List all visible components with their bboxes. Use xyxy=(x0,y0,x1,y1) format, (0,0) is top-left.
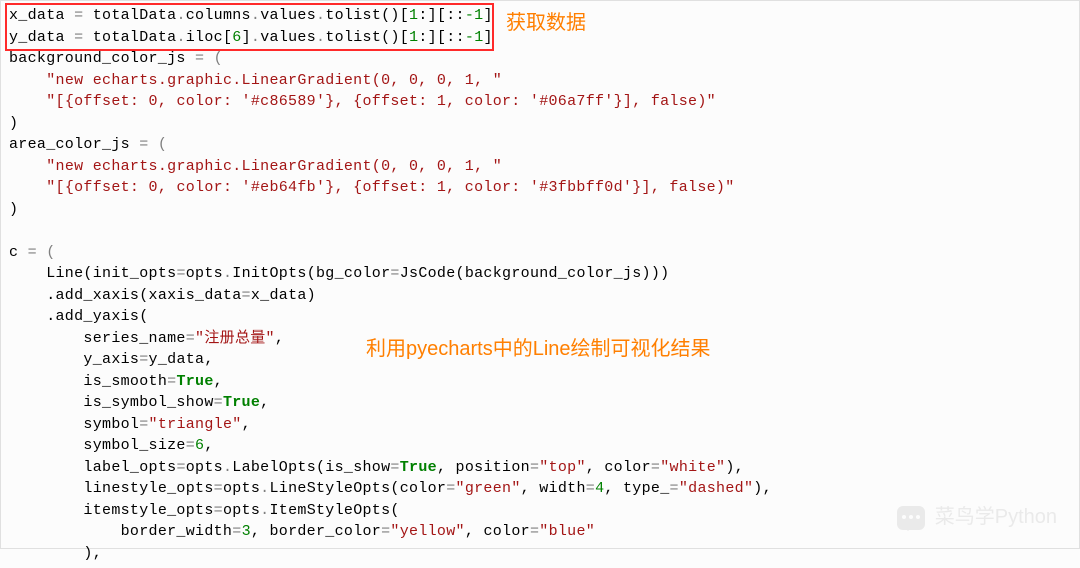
watermark: 菜鸟学Python xyxy=(897,506,1057,530)
code-block: x_data = totalData.columns.values.tolist… xyxy=(1,1,1079,568)
chat-bubble-icon xyxy=(897,506,925,530)
watermark-text: 菜鸟学Python xyxy=(935,507,1057,529)
